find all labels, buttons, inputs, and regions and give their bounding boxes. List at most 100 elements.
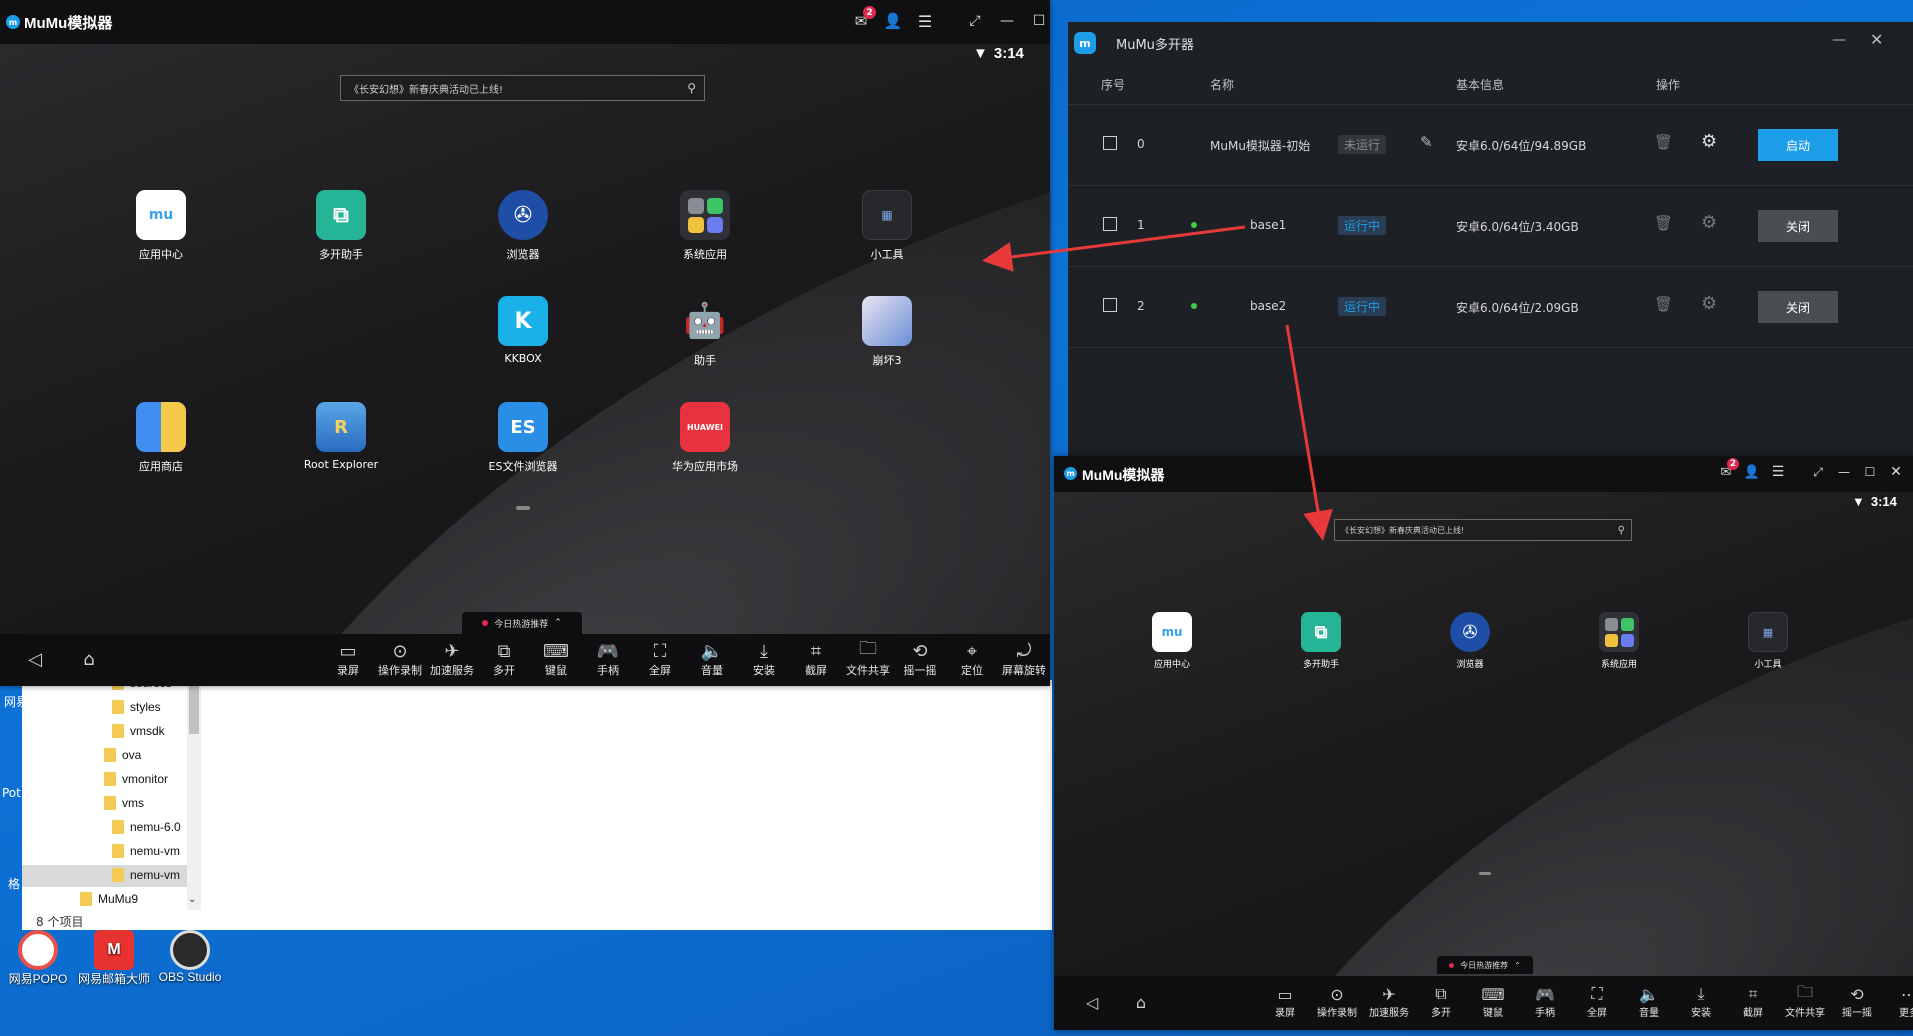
- maximize-icon[interactable]: ☐: [1861, 463, 1879, 481]
- folder-item[interactable]: nemu-6.0: [112, 820, 181, 834]
- menu-icon[interactable]: ☰: [914, 10, 936, 32]
- app-app-store[interactable]: 应用商店: [126, 402, 196, 474]
- tool-keyboard[interactable]: ⌨ 键鼠: [1467, 984, 1519, 1020]
- search-icon[interactable]: ⚲: [687, 81, 696, 95]
- app-kkbox[interactable]: K KKBOX: [488, 296, 558, 365]
- home-icon[interactable]: ⌂: [1129, 990, 1153, 1014]
- trash-icon[interactable]: 🗑: [1654, 295, 1673, 313]
- app-app-center[interactable]: mu 应用中心: [126, 190, 196, 262]
- app-honkai3[interactable]: 崩坏3: [852, 296, 922, 368]
- user-icon[interactable]: 👤: [1743, 463, 1761, 481]
- mail-icon[interactable]: ✉ 2: [850, 6, 876, 32]
- tool-install[interactable]: ⤓ 安装: [738, 640, 790, 678]
- app-browser[interactable]: ✇ 浏览器: [1440, 612, 1500, 670]
- folder-item[interactable]: nemu-vm: [112, 868, 180, 882]
- desktop-icon-mail-master[interactable]: M 网易邮箱大师: [76, 930, 152, 987]
- app-app-center[interactable]: mu 应用中心: [1142, 612, 1202, 670]
- app-root-explorer[interactable]: R Root Explorer: [304, 402, 378, 471]
- search-bar[interactable]: 《长安幻想》新春庆典活动已上线! ⚲: [1334, 519, 1632, 541]
- tool-file-share[interactable]: 🗀 文件共享: [1779, 982, 1831, 1020]
- app-tools[interactable]: ▦ 小工具: [852, 190, 922, 262]
- trash-icon[interactable]: 🗑: [1654, 133, 1673, 151]
- start-button[interactable]: 启动: [1758, 129, 1838, 161]
- gamepad-icon: 🎮: [1535, 984, 1555, 1004]
- maximize-icon[interactable]: ☐: [1028, 10, 1050, 32]
- tool-macro[interactable]: ⊙ 操作录制: [1311, 984, 1363, 1020]
- tool-more[interactable]: ⋯ 更多: [1883, 984, 1913, 1020]
- app-multi-helper[interactable]: ⧉ 多开助手: [306, 190, 376, 262]
- tool-shake[interactable]: ⟲ 摇一摇: [894, 640, 946, 678]
- search-bar[interactable]: 《长安幻想》新春庆典活动已上线! ⚲: [340, 75, 705, 101]
- close-button[interactable]: 关闭: [1758, 291, 1838, 323]
- tool-volume[interactable]: 🔈 音量: [686, 640, 738, 678]
- tool-record[interactable]: ▭ 录屏: [322, 640, 374, 678]
- chevron-down-icon[interactable]: ⌄: [188, 894, 196, 905]
- tool-multi[interactable]: ⧉ 多开: [478, 640, 530, 678]
- tool-volume[interactable]: 🔈 音量: [1623, 984, 1675, 1020]
- tool-rotate[interactable]: ⤾ 屏幕旋转: [998, 640, 1050, 678]
- trash-icon[interactable]: 🗑: [1654, 214, 1673, 232]
- minimize-icon[interactable]: —: [1835, 463, 1853, 481]
- tool-label: 操作录制: [378, 664, 422, 677]
- desktop-icon-popo[interactable]: 网易POPO: [6, 930, 70, 987]
- restore-icon[interactable]: ⤢: [1809, 463, 1827, 481]
- back-icon[interactable]: ◁: [1080, 990, 1104, 1014]
- tool-shake[interactable]: ⟲ 摇一摇: [1831, 984, 1883, 1020]
- tool-boost[interactable]: ✈ 加速服务: [1363, 984, 1415, 1020]
- mail-icon[interactable]: ✉ 2: [1717, 458, 1739, 481]
- app-tools[interactable]: ▦ 小工具: [1738, 612, 1798, 670]
- edit-icon[interactable]: ✎: [1420, 133, 1433, 151]
- folder-item[interactable]: ova: [104, 748, 141, 762]
- desktop-icon-obs[interactable]: OBS Studio: [154, 930, 226, 984]
- home-icon[interactable]: ⌂: [76, 646, 102, 672]
- tool-fullscreen[interactable]: ⛶ 全屏: [1571, 984, 1623, 1019]
- hot-games-tab[interactable]: 今日热游推荐 ⌃: [462, 612, 582, 634]
- tool-file-share[interactable]: 🗀 文件共享: [842, 638, 894, 678]
- app-assistant[interactable]: 🤖 助手: [670, 296, 740, 368]
- tool-multi[interactable]: ⧉ 多开: [1415, 984, 1467, 1019]
- restore-icon[interactable]: ⤢: [964, 10, 986, 32]
- folder-item[interactable]: nemu-vm: [112, 844, 180, 858]
- menu-icon[interactable]: ☰: [1769, 463, 1787, 481]
- tool-screenshot[interactable]: ⌗ 截屏: [790, 640, 842, 678]
- gear-icon[interactable]: ⚙: [1701, 293, 1717, 314]
- hot-games-tab[interactable]: 今日热游推荐 ⌃: [1437, 956, 1533, 974]
- tool-install[interactable]: ⤓ 安装: [1675, 984, 1727, 1019]
- tool-keyboard[interactable]: ⌨ 键鼠: [530, 640, 582, 678]
- tool-screenshot[interactable]: ⌗ 截屏: [1727, 984, 1779, 1019]
- app-huawei-market[interactable]: HUAWEI 华为应用市场: [670, 402, 740, 474]
- folder-item[interactable]: vms: [104, 796, 144, 810]
- close-icon[interactable]: ✕: [1870, 30, 1883, 49]
- row-checkbox[interactable]: [1103, 136, 1117, 150]
- row-checkbox[interactable]: [1103, 298, 1117, 312]
- close-button[interactable]: 关闭: [1758, 210, 1838, 242]
- folder-item[interactable]: MuMu9: [80, 892, 138, 906]
- app-system-apps[interactable]: 系统应用: [1589, 612, 1649, 670]
- close-icon[interactable]: ✕: [1887, 463, 1905, 481]
- app-multi-helper[interactable]: ⧉ 多开助手: [1291, 612, 1351, 670]
- user-icon[interactable]: 👤: [882, 10, 904, 32]
- tool-macro[interactable]: ⊙ 操作录制: [374, 640, 426, 678]
- gear-icon[interactable]: ⚙: [1701, 131, 1717, 152]
- row-checkbox[interactable]: [1103, 217, 1117, 231]
- folder-item[interactable]: styles: [112, 700, 161, 714]
- app-system-apps[interactable]: 系统应用: [670, 190, 740, 262]
- tool-gamepad[interactable]: 🎮 手柄: [582, 640, 634, 678]
- app-es-explorer[interactable]: ES ES文件浏览器: [488, 402, 558, 474]
- tool-boost[interactable]: ✈ 加速服务: [426, 640, 478, 678]
- explorer-scrollbar[interactable]: [187, 680, 201, 910]
- gear-icon[interactable]: ⚙: [1701, 212, 1717, 233]
- search-icon[interactable]: ⚲: [1618, 525, 1625, 536]
- minimize-icon[interactable]: —: [996, 10, 1018, 32]
- folder-item[interactable]: vmsdk: [112, 724, 165, 738]
- folder-item[interactable]: vmonitor: [104, 772, 168, 786]
- tool-label: 加速服务: [430, 664, 474, 677]
- tool-fullscreen[interactable]: ⛶ 全屏: [634, 640, 686, 678]
- tool-gamepad[interactable]: 🎮 手柄: [1519, 984, 1571, 1020]
- back-icon[interactable]: ◁: [22, 646, 48, 672]
- tool-location[interactable]: ⌖ 定位: [946, 640, 998, 678]
- minimize-icon[interactable]: —: [1832, 32, 1846, 48]
- mgr-title-bar: m MuMu多开器 — ✕: [1068, 22, 1913, 64]
- app-browser[interactable]: ✇ 浏览器: [488, 190, 558, 262]
- tool-record[interactable]: ▭ 录屏: [1259, 984, 1311, 1020]
